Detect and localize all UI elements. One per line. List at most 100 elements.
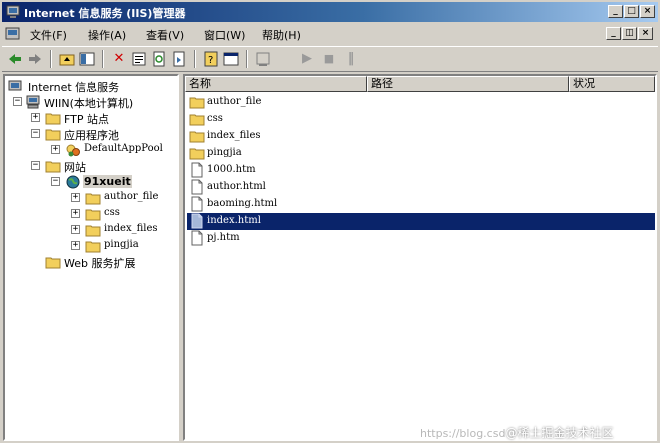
stop-icon[interactable]: ■ [320,50,338,68]
console-tree[interactable]: Internet 信息服务 − WIIN(本地计算机) + FTP 站点 − 应… [3,74,179,441]
show-tree-icon[interactable] [78,50,96,68]
back-icon[interactable] [6,50,24,68]
list-item-name: pj.htm [207,232,240,243]
menu-window[interactable]: 窗口(W) [204,27,245,43]
close-button[interactable]: × [640,5,655,18]
tree-node-label: FTP 站点 [64,113,109,126]
toolbar-separator [102,50,104,68]
column-header-status[interactable]: 状况 [569,76,655,92]
watermark-text: @稀土掘金技术社区 [505,426,614,440]
expand-toggle[interactable]: + [51,145,60,154]
tree-node-label: 网站 [64,161,86,174]
tree-node-label: Web 服务扩展 [64,257,136,270]
export-icon[interactable] [170,50,188,68]
list-item[interactable]: pingjia [187,145,655,162]
list-item-name: author_file [207,96,262,107]
file-icon [191,179,203,195]
folder-icon [85,225,101,237]
title-bar[interactable]: Internet 信息服务 (IIS)管理器 _ □ × [2,2,658,22]
list-item-name: index_files [207,130,261,141]
menu-action[interactable]: 操作(A) [88,27,126,43]
details-list[interactable]: 名称 路径 状况 author_file css index_files pin… [183,74,657,441]
list-item-selected[interactable]: index.html [187,213,655,230]
pause-icon[interactable]: ‖ [342,50,360,68]
iis-app-icon [6,5,20,18]
menu-help[interactable]: 帮助(H) [262,27,301,43]
list-header: 名称 路径 状况 [185,76,655,92]
file-icon [191,162,203,178]
toolbar-separator [246,50,248,68]
folder-icon [45,129,61,141]
folder-icon [189,97,205,109]
list-item-name: pingjia [207,147,242,158]
expand-toggle[interactable]: + [71,209,80,218]
file-icon [191,230,203,246]
folder-icon [189,114,205,126]
svg-text:?: ? [208,55,213,66]
file-icon [191,196,203,212]
tree-node-label: pingjia [104,239,139,250]
toolbar-separator [194,50,196,68]
child-close-button[interactable]: × [638,27,653,40]
list-item[interactable]: css [187,111,655,128]
collapse-toggle[interactable]: − [51,177,60,186]
file-icon [191,213,203,229]
folder-icon [85,193,101,205]
list-item[interactable]: pj.htm [187,230,655,247]
tree-node-label: index_files [104,223,158,234]
expand-toggle[interactable]: + [31,113,40,122]
collapse-toggle[interactable]: − [31,161,40,170]
console-icon[interactable] [222,50,240,68]
window-title: Internet 信息服务 (IIS)管理器 [24,7,186,20]
expand-toggle[interactable]: + [71,241,80,250]
collapse-toggle[interactable]: − [31,129,40,138]
list-item[interactable]: index_files [187,128,655,145]
child-minimize-button[interactable]: _ [606,27,621,40]
tree-node-label: DefaultAppPool [84,143,163,154]
watermark-url: https://blog.csd [420,427,506,440]
help-icon[interactable]: ? [202,50,220,68]
minimize-button[interactable]: _ [608,5,623,18]
up-folder-icon[interactable] [58,50,76,68]
console-tree-icon[interactable] [254,50,272,68]
iis-manager-window: Internet 信息服务 (IIS)管理器 _ □ × 文件(F) 操作(A)… [0,0,660,443]
tree-node-label: 应用程序池 [64,129,119,142]
list-item-name: css [207,113,223,124]
tree-node-label: author_file [104,191,159,202]
toolbar: ✕ ? ▶ ■ ‖ [2,46,658,72]
expand-toggle[interactable]: + [71,225,80,234]
column-header-name[interactable]: 名称 [185,76,367,92]
maximize-button[interactable]: □ [624,5,639,18]
list-item-name: index.html [207,215,261,226]
collapse-toggle[interactable]: − [13,97,22,106]
list-item-name: 1000.htm [207,164,256,175]
menu-bar: 文件(F) 操作(A) 查看(V) 窗口(W) 帮助(H) _ ◫ × [2,24,658,44]
folder-icon [85,209,101,221]
list-item[interactable]: baoming.html [187,196,655,213]
mmc-doc-icon[interactable] [5,26,21,42]
computer-icon [26,95,40,109]
list-item[interactable]: 1000.htm [187,162,655,179]
folder-icon [45,161,61,173]
forward-icon[interactable] [26,50,44,68]
properties-icon[interactable] [130,50,148,68]
list-item[interactable]: author.html [187,179,655,196]
expand-toggle[interactable]: + [71,193,80,202]
app-pool-icon [66,144,80,157]
folder-icon [85,241,101,253]
child-restore-button[interactable]: ◫ [622,27,637,40]
folder-icon [189,148,205,160]
start-icon[interactable]: ▶ [298,50,316,68]
tree-node-label: WIIN(本地计算机) [44,97,134,110]
menu-view[interactable]: 查看(V) [146,27,184,43]
folder-icon [45,113,61,125]
list-item[interactable]: author_file [187,94,655,111]
list-item-name: baoming.html [207,198,278,209]
tree-node-label: css [104,207,120,218]
refresh-icon[interactable] [150,50,168,68]
menu-file[interactable]: 文件(F) [30,27,67,43]
tree-node-label: Internet 信息服务 [28,81,120,94]
column-header-path[interactable]: 路径 [367,76,569,92]
iis-icon [8,80,22,91]
delete-icon[interactable]: ✕ [110,50,128,68]
